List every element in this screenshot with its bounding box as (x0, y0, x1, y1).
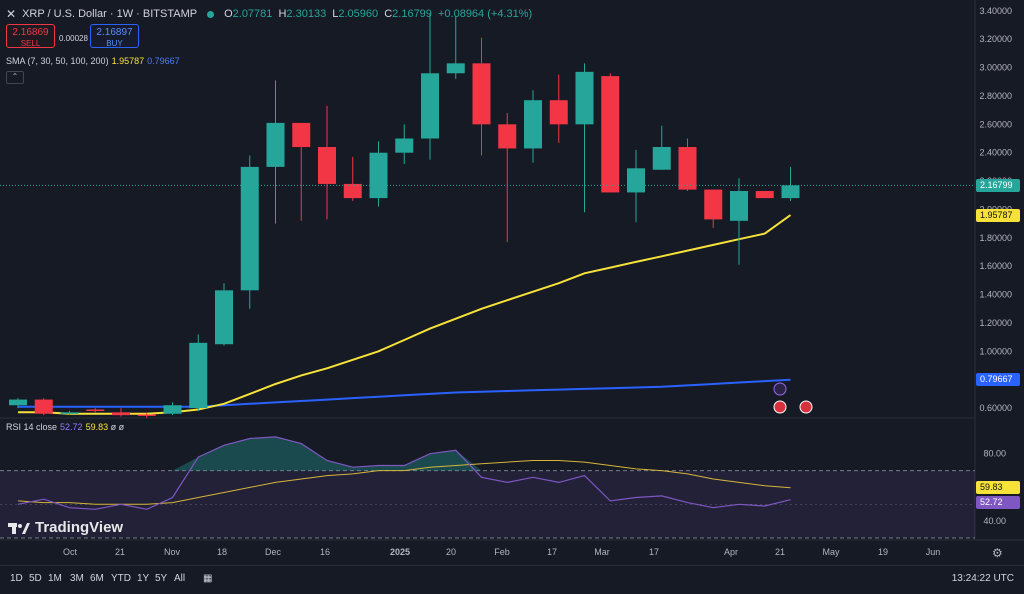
x-axis-tick-label: Dec (265, 547, 282, 557)
close-icon[interactable]: ✕ (6, 7, 16, 21)
candle-body (627, 168, 645, 193)
candle-body (472, 63, 491, 125)
rsi-axis-tick-label: 40.00 (983, 516, 1006, 526)
collapse-legend-icon[interactable]: ⌃ (6, 71, 24, 84)
y-axis-tick-label: 3.00000 (979, 63, 1012, 73)
symbol-header: ✕ XRP / U.S. Dollar · 1W · BITSTAMP O2.0… (6, 7, 535, 21)
candle-body (292, 122, 311, 148)
y-axis-tick-label: 2.40000 (979, 148, 1012, 158)
sma-slow-line (18, 378, 791, 408)
market-status-icon (207, 10, 215, 18)
sell-button[interactable]: 2.16869 SELL (6, 24, 55, 48)
x-axis-tick-label: 2025 (390, 547, 410, 557)
y-axis-tick-label: 2.60000 (979, 119, 1012, 129)
candle-body (678, 147, 697, 190)
candle-body (369, 152, 388, 199)
timeframe-all[interactable]: All (174, 573, 185, 584)
sma-legend[interactable]: SMA (7, 30, 50, 100, 200) 1.95787 0.79667 (6, 56, 180, 66)
clock[interactable]: 13:24:22 UTC (952, 573, 1014, 584)
candle-body (781, 185, 800, 199)
rsi-ma-tag: 59.83 (976, 481, 1020, 495)
tradingview-logo-icon (8, 522, 30, 534)
candle-body (730, 191, 748, 221)
buy-button[interactable]: 2.16897 BUY (90, 24, 139, 48)
candle-body (755, 191, 774, 199)
spread-value: 0.00028 (59, 34, 88, 43)
timeframe-5y[interactable]: 5Y (155, 573, 167, 584)
x-axis-tick-label: May (822, 547, 840, 557)
y-axis-tick-label: 0.60000 (979, 403, 1012, 413)
y-axis-tick-label: 3.20000 (979, 34, 1012, 44)
candle-body (524, 100, 542, 149)
sma-slow-tag: 0.79667 (976, 373, 1020, 387)
x-axis-tick-label: 20 (446, 547, 456, 557)
candle-body (34, 399, 53, 414)
y-axis-tick-label: 1.60000 (979, 261, 1012, 271)
timeframe-6m[interactable]: 6M (90, 573, 104, 584)
rsi-tag: 52.72 (976, 496, 1020, 510)
candle-body (266, 122, 285, 167)
candle-body (318, 147, 336, 184)
x-axis-tick-label: 16 (320, 547, 330, 557)
price-chart[interactable]: 3.40000 3.20000 3.00000 2.80000 2.60000 2.400… (0, 0, 1024, 565)
symbol-title[interactable]: XRP / U.S. Dollar · 1W · BITSTAMP (22, 8, 197, 20)
x-axis-tick-label: 21 (115, 547, 125, 557)
candle-body (395, 138, 414, 153)
us-flag-event-icon (773, 400, 787, 414)
timeframe-ytd[interactable]: YTD (111, 573, 131, 584)
x-axis-tick-label: 17 (547, 547, 557, 557)
x-axis-tick-label: 17 (649, 547, 659, 557)
rsi-axis-tick-label: 80.00 (983, 449, 1006, 459)
change-value: +0.08964 (+4.31%) (437, 8, 533, 20)
candle-body (86, 409, 105, 411)
candle-body (189, 342, 208, 409)
candle-body (112, 412, 130, 416)
x-axis-tick-label: 19 (878, 547, 888, 557)
timeframe-1d[interactable]: 1D (10, 573, 23, 584)
sma-fast-line (18, 214, 792, 415)
timeframe-1m[interactable]: 1M (48, 573, 62, 584)
us-flag-event-icon (799, 400, 813, 414)
y-axis-tick-label: 1.20000 (979, 318, 1012, 328)
candle-body (9, 399, 27, 406)
candle-body (60, 412, 79, 414)
candle-body (446, 63, 465, 74)
gear-icon[interactable]: ⚙ (992, 546, 1003, 560)
x-axis-tick-label: Apr (724, 547, 738, 557)
x-axis-tick-label: Jun (926, 547, 941, 557)
x-axis-tick-label: Mar (594, 547, 610, 557)
x-axis-tick-label: Oct (63, 547, 78, 557)
y-axis-tick-label: 1.80000 (979, 233, 1012, 243)
tradingview-logo: TradingView (8, 519, 123, 536)
candle-body (343, 183, 362, 199)
y-axis-tick-label: 2.80000 (979, 91, 1012, 101)
candle-body (215, 290, 233, 345)
y-axis-tick-label: 1.00000 (979, 346, 1012, 356)
bottom-toolbar (0, 565, 1024, 594)
x-axis-tick-label: 21 (775, 547, 785, 557)
candle-body (498, 124, 517, 149)
lightning-event-icon (773, 382, 787, 396)
candle-body (575, 71, 594, 125)
candle-body (549, 100, 568, 125)
candle-body (421, 73, 439, 139)
x-axis-tick-label: Nov (164, 547, 181, 557)
y-axis-tick-label: 1.40000 (979, 290, 1012, 300)
timeframe-1y[interactable]: 1Y (137, 573, 149, 584)
candle-body (601, 76, 620, 193)
candle-body (652, 147, 671, 170)
calendar-icon[interactable]: ▦ (203, 573, 212, 584)
ohlc-values: O2.07781 H2.30133 L2.05960 C2.16799 +0.0… (224, 8, 533, 20)
candle-body (137, 414, 156, 416)
candle-body (704, 189, 723, 220)
y-axis-tick-label: 3.40000 (979, 6, 1012, 16)
timeframe-3m[interactable]: 3M (70, 573, 84, 584)
timeframe-5d[interactable]: 5D (29, 573, 42, 584)
last-price-tag: 2.16799 (976, 178, 1020, 192)
x-axis-tick-label: 18 (217, 547, 227, 557)
candle-body (163, 405, 182, 414)
rsi-legend[interactable]: RSI 14 close 52.72 59.83 ø ø (6, 422, 124, 432)
x-axis-tick-label: Feb (494, 547, 510, 557)
sma-fast-tag: 1.95787 (976, 208, 1020, 222)
